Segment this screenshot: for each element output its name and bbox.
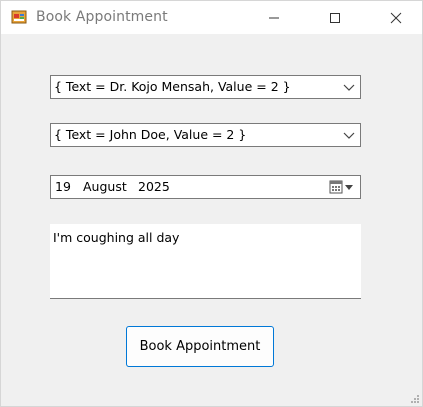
- app-form-icon: [11, 10, 27, 24]
- date-month[interactable]: August: [83, 179, 127, 194]
- title-bar[interactable]: Book Appointment: [1, 1, 422, 34]
- window-title: Book Appointment: [36, 9, 168, 25]
- resize-grip-icon[interactable]: [410, 394, 420, 404]
- date-year[interactable]: 2025: [138, 179, 170, 194]
- minimize-button[interactable]: [251, 1, 297, 34]
- close-icon: [390, 12, 402, 23]
- doctor-combobox-value: { Text = Dr. Kojo Mensah, Value = 2 }: [54, 79, 291, 94]
- chevron-down-icon: [343, 132, 355, 139]
- patient-combobox-value: { Text = John Doe, Value = 2 }: [54, 127, 247, 142]
- close-button[interactable]: [373, 1, 419, 34]
- book-appointment-button[interactable]: Book Appointment: [126, 326, 274, 367]
- maximize-button[interactable]: [312, 1, 358, 34]
- symptoms-textbox[interactable]: I'm coughing all day: [50, 224, 361, 299]
- minimize-icon: [269, 17, 279, 18]
- appointment-date-picker[interactable]: 19 August 2025: [50, 175, 361, 199]
- date-day[interactable]: 19: [55, 179, 71, 194]
- patient-combobox[interactable]: { Text = John Doe, Value = 2 }: [50, 123, 361, 147]
- chevron-down-icon: [343, 84, 355, 91]
- maximize-icon: [330, 12, 340, 23]
- doctor-combobox[interactable]: { Text = Dr. Kojo Mensah, Value = 2 }: [50, 75, 361, 99]
- calendar-dropdown-icon[interactable]: [329, 180, 355, 194]
- symptoms-text: I'm coughing all day: [53, 230, 180, 245]
- book-appointment-window: Book Appointment { Text = Dr. Kojo Mensa…: [0, 0, 423, 407]
